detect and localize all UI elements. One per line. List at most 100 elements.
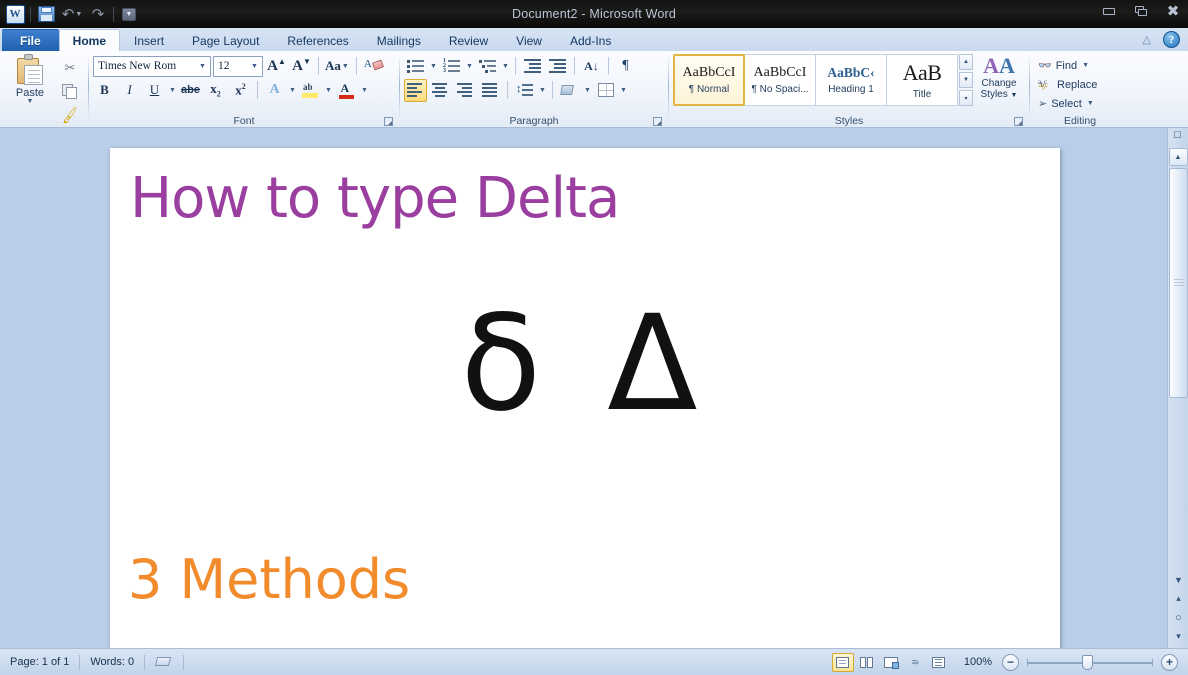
multilevel-list-button[interactable]	[476, 55, 499, 78]
bullets-button[interactable]	[404, 55, 427, 78]
align-right-button[interactable]	[454, 79, 477, 102]
styles-scroll-down-button[interactable]: ▼	[959, 72, 973, 88]
scrollbar-thumb[interactable]	[1169, 168, 1188, 398]
line-spacing-button[interactable]: ↕	[513, 79, 536, 102]
multilevel-chevron-down-icon[interactable]: ▼	[501, 63, 510, 70]
scroll-up-button[interactable]: ▲	[1168, 148, 1188, 166]
tab-mailings[interactable]: Mailings	[363, 29, 435, 52]
style-normal[interactable]: AaBbCcI ¶ Normal	[673, 54, 745, 106]
highlight-button[interactable]: ab	[299, 79, 322, 102]
tab-page-layout[interactable]: Page Layout	[178, 29, 273, 52]
tab-file[interactable]: File	[2, 29, 59, 52]
select-browse-object-icon[interactable]: ☐	[1168, 127, 1187, 143]
document-page[interactable]: How to type Delta δ Δ 3 Methods	[110, 148, 1060, 668]
draft-view-button[interactable]	[928, 653, 950, 672]
change-styles-button[interactable]: AA Change Styles ▼	[973, 54, 1025, 101]
align-left-button[interactable]	[404, 78, 427, 102]
paste-button[interactable]: Paste ▼	[4, 54, 56, 105]
cut-button[interactable]: ✂	[59, 56, 82, 79]
vertical-scrollbar[interactable]: ☐ ▲ ▼ ▴ ○ ▾	[1167, 128, 1188, 648]
show-formatting-marks-button[interactable]: ¶	[614, 55, 637, 78]
select-chevron-down-icon[interactable]: ▼	[1086, 100, 1095, 107]
tab-view[interactable]: View	[502, 29, 556, 52]
tab-add-ins[interactable]: Add-Ins	[556, 29, 625, 52]
word-logo-icon[interactable]: W	[4, 4, 26, 25]
redo-icon[interactable]: ↷	[87, 4, 109, 25]
font-name-chevron-down-icon[interactable]: ▼	[195, 57, 210, 76]
font-color-chevron-down-icon[interactable]: ▼	[360, 87, 369, 94]
outline-view-button[interactable]: ≡›	[904, 653, 926, 672]
underline-chevron-down-icon[interactable]: ▼	[168, 87, 177, 94]
font-color-button[interactable]: A	[335, 79, 358, 102]
proofing-status[interactable]	[145, 652, 183, 672]
bold-button[interactable]: B	[93, 79, 116, 102]
copy-button[interactable]	[59, 80, 82, 103]
justify-button[interactable]	[479, 79, 502, 102]
zoom-in-button[interactable]: +	[1161, 653, 1178, 671]
scroll-down-button[interactable]: ▼	[1169, 570, 1188, 589]
text-effects-chevron-down-icon[interactable]: ▼	[288, 87, 297, 94]
customize-qat-icon[interactable]: ▼	[118, 4, 140, 25]
tab-references[interactable]: References	[273, 29, 362, 52]
web-layout-view-button[interactable]	[880, 653, 902, 672]
line-spacing-chevron-down-icon[interactable]: ▼	[538, 87, 547, 94]
previous-page-button[interactable]: ▴	[1169, 589, 1188, 608]
close-button[interactable]: ✖	[1164, 4, 1182, 19]
style-title[interactable]: AaB Title	[886, 54, 958, 106]
document-workspace[interactable]: How to type Delta δ Δ 3 Methods	[0, 128, 1188, 668]
full-screen-reading-view-button[interactable]	[856, 653, 878, 672]
word-count-status[interactable]: Words: 0	[80, 652, 144, 672]
style-heading-1[interactable]: AaBbC‹ Heading 1	[815, 54, 887, 106]
styles-more-button[interactable]: ▾	[959, 90, 973, 106]
find-button[interactable]: 👓 Find ▼	[1034, 56, 1090, 75]
sort-button[interactable]: A↓	[580, 55, 603, 78]
font-dialog-launcher[interactable]	[384, 116, 393, 126]
strikethrough-button[interactable]: abe	[179, 79, 202, 102]
shrink-font-button[interactable]: A▼	[290, 55, 313, 78]
find-chevron-down-icon[interactable]: ▼	[1081, 62, 1090, 69]
center-button[interactable]	[429, 79, 452, 102]
shading-chevron-down-icon[interactable]: ▼	[583, 87, 592, 94]
zoom-level[interactable]: 100%	[952, 656, 1000, 668]
decrease-indent-button[interactable]	[521, 55, 544, 78]
grow-font-button[interactable]: A▲	[265, 55, 288, 78]
minimize-button[interactable]	[1100, 4, 1118, 19]
change-case-button[interactable]: Aa ▼	[324, 55, 351, 78]
text-effects-button[interactable]: A	[263, 79, 286, 102]
replace-button[interactable]: abc abc Replace	[1034, 75, 1097, 94]
save-icon[interactable]	[35, 4, 57, 25]
shading-button[interactable]	[558, 79, 581, 102]
page-status[interactable]: Page: 1 of 1	[0, 652, 79, 672]
tab-home[interactable]: Home	[58, 29, 121, 52]
italic-button[interactable]: I	[118, 79, 141, 102]
borders-chevron-down-icon[interactable]: ▼	[619, 87, 628, 94]
select-button[interactable]: ➢ Select ▼	[1034, 94, 1095, 113]
underline-button[interactable]: U	[143, 79, 166, 102]
zoom-slider-handle[interactable]	[1082, 654, 1093, 670]
tab-insert[interactable]: Insert	[120, 29, 178, 52]
styles-dialog-launcher[interactable]	[1014, 116, 1023, 126]
help-icon[interactable]: ?	[1163, 31, 1180, 48]
minimize-ribbon-icon[interactable]: △	[1143, 33, 1151, 46]
zoom-slider[interactable]	[1027, 654, 1153, 671]
numbering-chevron-down-icon[interactable]: ▼	[465, 63, 474, 70]
subscript-button[interactable]: x2	[204, 79, 227, 102]
style-no-spacing[interactable]: AaBbCcI ¶ No Spaci...	[744, 54, 816, 106]
undo-icon[interactable]: ↶ ▼	[61, 4, 83, 25]
tab-review[interactable]: Review	[435, 29, 502, 52]
styles-scroll-up-button[interactable]: ▲	[959, 54, 973, 70]
borders-button[interactable]	[594, 79, 617, 102]
paste-caret-icon[interactable]: ▼	[27, 98, 34, 105]
bullets-chevron-down-icon[interactable]: ▼	[429, 63, 438, 70]
numbering-button[interactable]: 123	[440, 55, 463, 78]
increase-indent-button[interactable]	[546, 55, 569, 78]
font-size-chevron-down-icon[interactable]: ▼	[247, 57, 262, 76]
paragraph-dialog-launcher[interactable]	[653, 116, 662, 126]
font-size-combo[interactable]: 12 ▼	[213, 55, 263, 77]
zoom-out-button[interactable]: −	[1002, 653, 1019, 671]
format-painter-button[interactable]: 🖌	[59, 104, 82, 127]
scrollbar-track[interactable]	[1169, 168, 1188, 552]
restore-button[interactable]	[1132, 4, 1150, 19]
print-layout-view-button[interactable]	[831, 652, 854, 672]
next-page-button[interactable]: ▾	[1169, 627, 1188, 646]
